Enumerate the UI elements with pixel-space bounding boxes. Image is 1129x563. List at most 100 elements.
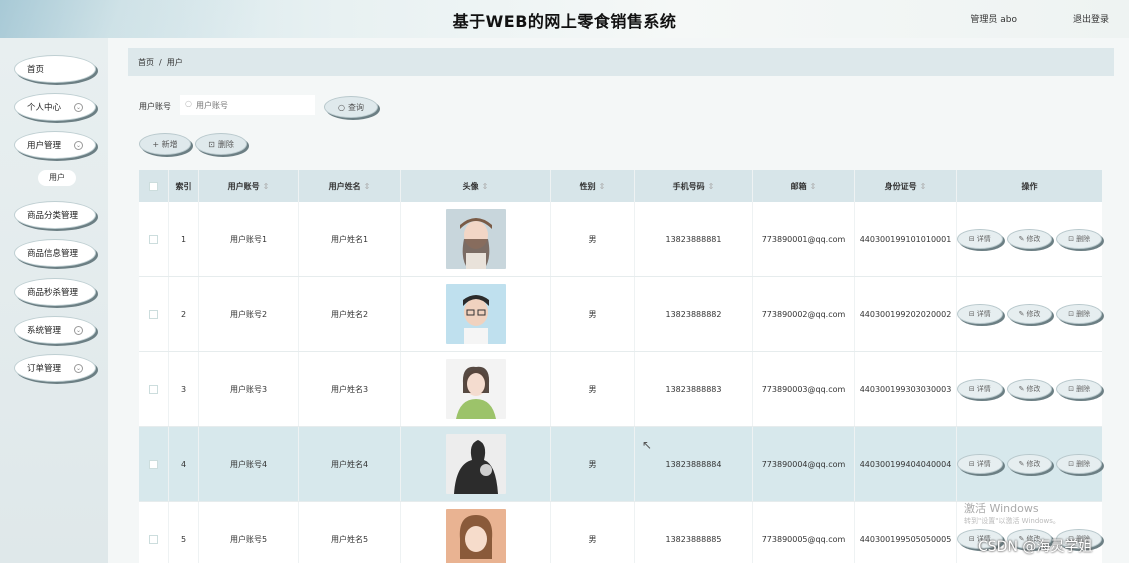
detail-button-label: 详情 [976, 385, 991, 393]
sort-icon[interactable]: ⇕ [482, 182, 489, 191]
sort-icon[interactable]: ⇕ [599, 182, 606, 191]
header-gender[interactable]: 性别 ⇕ [551, 170, 635, 202]
windows-activation-watermark: 激活 Windows [964, 502, 1039, 515]
header-account[interactable]: 用户账号 ⇕ [199, 170, 299, 202]
cell-phone: 13823888885 [635, 502, 753, 563]
trash-icon: ⊡ [1068, 310, 1075, 318]
trash-icon: ⊡ [208, 139, 215, 149]
cell-index: 3 [169, 352, 199, 426]
table-row[interactable]: 2 用户账号2 用户姓名2 男 13823888882 773890002@qq.com 4… [139, 277, 1103, 352]
sort-icon[interactable]: ⇕ [364, 182, 371, 191]
header-id-number[interactable]: 身份证号 ⇕ [855, 170, 957, 202]
add-button[interactable]: + 新增 [139, 133, 191, 155]
header-name[interactable]: 用户姓名 ⇕ [299, 170, 401, 202]
cell-gender: 男 [551, 427, 635, 501]
cell-name: 用户姓名2 [299, 277, 401, 351]
cell-name: 用户姓名1 [299, 202, 401, 276]
edit-button-label: 修改 [1026, 310, 1041, 318]
row-select-cell[interactable] [139, 352, 169, 426]
cell-gender: 男 [551, 202, 635, 276]
row-checkbox[interactable] [149, 234, 158, 244]
avatar [445, 284, 506, 344]
document-icon: ⊟ [968, 235, 975, 243]
row-checkbox[interactable] [149, 309, 158, 319]
sidebar-item-order-management[interactable]: 订单管理 ⌄ [14, 354, 96, 382]
cell-account: 用户账号4 [199, 427, 299, 501]
row-select-cell[interactable] [139, 427, 169, 501]
row-checkbox[interactable] [149, 384, 158, 394]
edit-button[interactable]: ✎ 修改 [1006, 379, 1053, 399]
cell-account: 用户账号2 [199, 277, 299, 351]
delete-button[interactable]: ⊡ 删除 [1056, 454, 1103, 474]
search-icon: ○ [338, 102, 345, 112]
sidebar-item-label: 系统管理 [27, 326, 62, 336]
cell-phone: 13823888882 [635, 277, 753, 351]
edit-button[interactable]: ✎ 修改 [1006, 304, 1053, 324]
cell-id-number: 440300199404040004 [855, 427, 957, 501]
search-button-label: 查询 [347, 102, 364, 112]
sidebar-subitem-users[interactable]: 用户 [38, 170, 76, 186]
sidebar-item-home[interactable]: 首页 [14, 55, 96, 83]
select-all-checkbox[interactable] [149, 181, 158, 191]
delete-button[interactable]: ⊡ 删除 [1056, 229, 1103, 249]
delete-button[interactable]: ⊡ 删除 [1056, 304, 1103, 324]
sidebar-item-personal-center[interactable]: 个人中心 ⌄ [14, 93, 96, 121]
table-row[interactable]: 5 用户账号5 用户姓名5 男 13823888885 773890005@qq.com 4… [139, 502, 1103, 563]
cell-phone: 13823888883 [635, 352, 753, 426]
search-button[interactable]: ○ 查询 [324, 96, 378, 118]
sort-icon[interactable]: ⇕ [263, 182, 270, 191]
detail-button-label: 详情 [976, 460, 991, 468]
detail-button[interactable]: ⊟ 详情 [957, 229, 1003, 249]
mouse-cursor-icon: ↖ [642, 438, 653, 452]
edit-button[interactable]: ✎ 修改 [1006, 229, 1053, 249]
sort-icon[interactable]: ⇕ [708, 182, 715, 191]
detail-button[interactable]: ⊟ 详情 [957, 304, 1003, 324]
avatar [445, 509, 506, 563]
logout-link[interactable]: 退出登录 [1073, 12, 1109, 25]
cell-account: 用户账号3 [199, 352, 299, 426]
search-input[interactable] [180, 95, 315, 115]
table-row[interactable]: 4 用户账号4 用户姓名4 男 13823888884 773890004@qq.com 4… [139, 427, 1103, 502]
bulk-delete-button[interactable]: ⊡ 删除 [195, 133, 247, 155]
header-account-label: 用户账号 [227, 181, 260, 191]
cell-account: 用户账号1 [199, 202, 299, 276]
row-select-cell[interactable] [139, 202, 169, 276]
delete-button-label: 删除 [1076, 460, 1091, 468]
row-select-cell[interactable] [139, 502, 169, 563]
cell-email: 773890002@qq.com [753, 277, 855, 351]
header-name-label: 用户姓名 [328, 181, 361, 191]
cell-avatar [401, 427, 551, 501]
sidebar-item-system-management[interactable]: 系统管理 ⌄ [14, 316, 96, 344]
header-email[interactable]: 邮箱 ⇕ [753, 170, 855, 202]
edit-button[interactable]: ✎ 修改 [1006, 454, 1053, 474]
document-icon: ⊟ [968, 460, 975, 468]
sidebar-item-product-management[interactable]: 商品信息管理 [14, 239, 96, 267]
header-phone-label: 手机号码 [672, 181, 705, 191]
breadcrumb: 首页 / 用户 [128, 48, 1114, 76]
cell-id-number: 440300199505050005 [855, 502, 957, 563]
delete-button[interactable]: ⊡ 删除 [1056, 379, 1103, 399]
document-icon: ⊟ [968, 385, 975, 393]
breadcrumb-home[interactable]: 首页 [138, 57, 154, 68]
chevron-down-icon: ⌄ [74, 364, 83, 373]
sidebar-item-category-management[interactable]: 商品分类管理 [14, 201, 96, 229]
sort-icon[interactable]: ⇕ [810, 182, 817, 191]
sidebar-item-label: 订单管理 [27, 364, 62, 374]
cell-index: 5 [169, 502, 199, 563]
row-select-cell[interactable] [139, 277, 169, 351]
detail-button[interactable]: ⊟ 详情 [957, 454, 1003, 474]
top-header: 基于WEB的网上零食销售系统 管理员 abo 退出登录 [0, 0, 1129, 38]
detail-button[interactable]: ⊟ 详情 [957, 379, 1003, 399]
sidebar-item-user-management[interactable]: 用户管理 ⌄ [14, 131, 96, 159]
header-select-all[interactable] [139, 170, 169, 202]
trash-icon: ⊡ [1068, 385, 1075, 393]
header-phone[interactable]: 手机号码 ⇕ [635, 170, 753, 202]
sort-icon[interactable]: ⇕ [920, 182, 927, 191]
chevron-down-icon: ⌄ [74, 103, 83, 112]
table-row[interactable]: 3 用户账号3 用户姓名3 男 13823888883 773890003@qq.com 4… [139, 352, 1103, 427]
sidebar-item-flash-sale-management[interactable]: 商品秒杀管理 [14, 278, 96, 306]
table-row[interactable]: 1 用户账号1 用户姓名1 男 13823888881 773890001@qq.com 4… [139, 202, 1103, 277]
row-checkbox[interactable] [149, 534, 158, 544]
header-avatar[interactable]: 头像 ⇕ [401, 170, 551, 202]
row-checkbox[interactable] [149, 459, 158, 469]
